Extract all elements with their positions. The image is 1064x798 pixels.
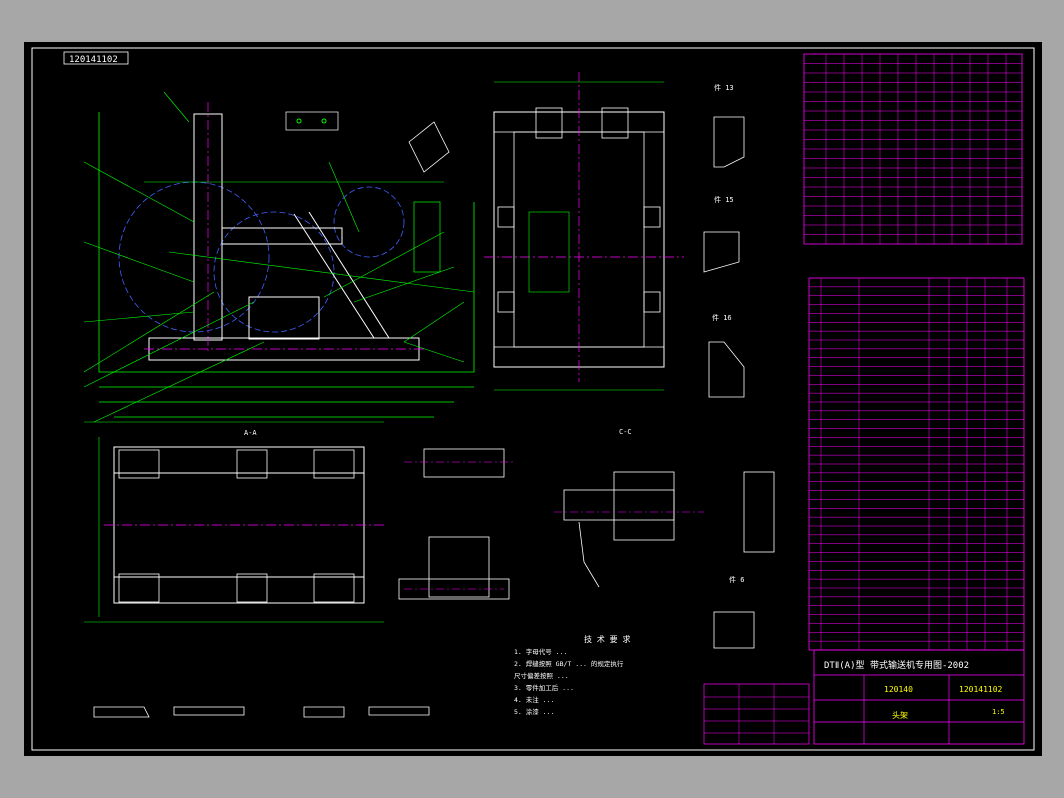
- drawing-sheet: 120141102 件 13 件 15 件 16 件 6 A-A C-C 技 术…: [24, 42, 1042, 756]
- tech-req-line-1: 1. 字母代号 ...: [514, 647, 567, 656]
- bottom-sections: [93, 706, 430, 718]
- main-title: DTⅡ(A)型 带式输送机专用图-2002: [824, 659, 969, 671]
- part16-title: 件 16: [712, 313, 732, 322]
- drawing-no-left: 120140: [884, 685, 913, 694]
- tech-req-line-6: 5. 涂漆 ...: [514, 707, 554, 716]
- part6-title: 件 6: [729, 575, 744, 584]
- drawing-no-right: 120141102: [959, 685, 1003, 694]
- top-view-title: A-A: [244, 429, 257, 437]
- detail-parts: 件 13 件 15 件 16 件 6: [703, 83, 775, 649]
- front-view: [83, 91, 475, 423]
- stamp-code-box: 120141102: [63, 51, 129, 65]
- part13-title: 件 13: [714, 83, 734, 92]
- stamp-code: 120141102: [69, 55, 118, 65]
- title-block: DTⅡ(A)型 带式输送机专用图-2002 120140 120141102 头…: [813, 649, 1025, 745]
- tech-req-line-4: 3. 零件加工后 ...: [514, 683, 574, 692]
- tech-requirements: 技 术 要 求 1. 字母代号 ... 2. 焊缝按照 GB/T ... 的规定…: [514, 634, 630, 716]
- tech-req-line-3: 尺寸偏差按照 ...: [514, 671, 569, 680]
- parts-list: [808, 277, 1025, 651]
- c-view-title: C-C: [619, 428, 632, 436]
- top-view: A-A: [84, 421, 384, 623]
- tech-req-line-2: 2. 焊缝按照 GB/T ... 的规定执行: [514, 659, 624, 668]
- scale: 1:5: [992, 708, 1005, 716]
- revision-table: [703, 683, 810, 745]
- part15-title: 件 15: [714, 195, 734, 204]
- c-view: C-C: [554, 428, 704, 588]
- spec-table: [803, 53, 1023, 245]
- tech-req-title: 技 术 要 求: [584, 634, 630, 644]
- b-view: [398, 448, 514, 600]
- part-name: 头架: [892, 710, 908, 720]
- border-frame: [31, 47, 1035, 751]
- drawing-canvas: 120141102 件 13 件 15 件 16 件 6 A-A C-C 技 术…: [31, 47, 1035, 751]
- side-view: [484, 72, 684, 391]
- tech-req-line-5: 4. 未注 ...: [514, 695, 554, 704]
